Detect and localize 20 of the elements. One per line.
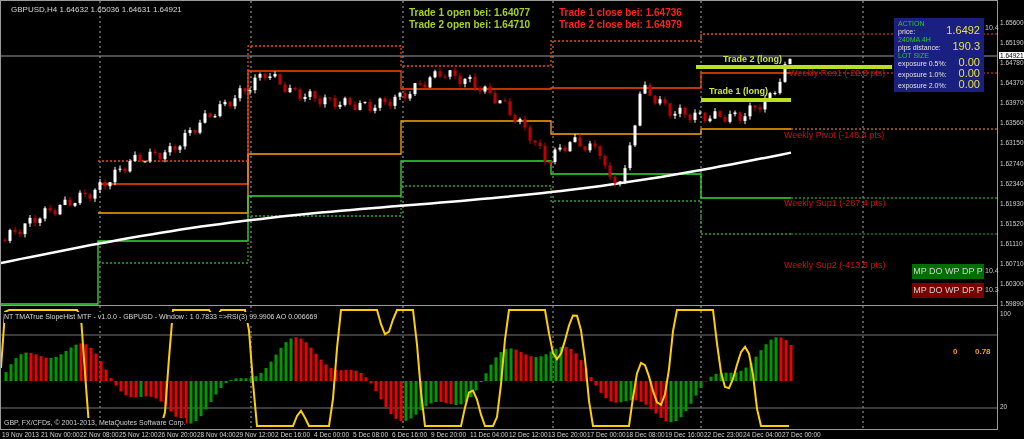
trade-note: Trade 1 open bei: 1.64077 [409,6,531,20]
line-label: Trade 2 (long) [723,53,782,66]
panel-value: 0.00 [958,68,980,79]
line-label: Weekly Res1 (-22.3 pts) [789,67,886,80]
trade-note: Trade 2 close bei: 1.64979 [559,18,682,32]
indicator-readout: 0 [953,346,958,358]
panel-value: 0.00 [958,57,980,68]
line-label: Weekly Pivot (-148.4 pts) [784,129,885,142]
panel-value: 0.00 [958,79,980,90]
trade-note: Trade 1 close bei: 1.64736 [559,6,682,20]
trade-note: Trade 2 open bei: 1.64710 [409,18,531,32]
chart-header: GBPUSD,H4 1.64632 1.65036 1.64631 1.64921 [11,4,182,16]
panel-value: 1.6492 [946,25,980,36]
line-label: Weekly Sup1 (-287.4 pts) [784,197,886,210]
toggle-button[interactable]: MP DO WP DP P [912,283,984,298]
line-label: Trade 1 (long) [709,85,768,98]
panel-value: 190.3 [952,41,980,52]
line-label: Weekly Sup2 (-413.5 pts) [784,259,886,272]
indicator-readout: 0.78 [975,346,991,358]
toggle-button[interactable]: MP DO WP DP P [912,264,984,279]
